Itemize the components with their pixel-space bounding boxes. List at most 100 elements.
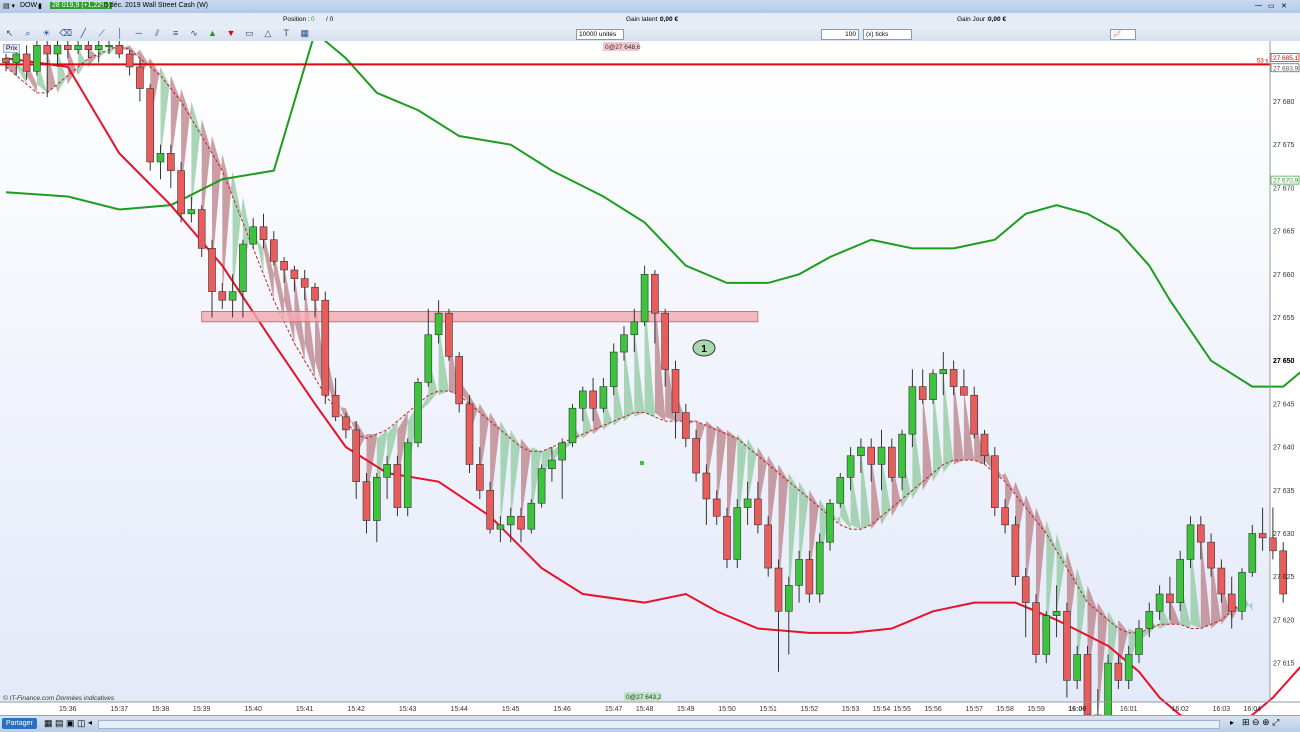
minimize-icon[interactable]: — [1255,2,1262,9]
candle-down[interactable] [774,567,783,612]
candle-up[interactable] [1104,662,1112,724]
candle-down[interactable] [22,53,31,72]
candle-down[interactable] [352,429,361,482]
candle-up[interactable] [12,53,21,63]
candle-down[interactable] [1227,593,1236,612]
candle-down[interactable] [465,403,474,465]
candle-up[interactable] [434,312,443,336]
candle-up[interactable] [403,442,412,508]
candle-up[interactable] [228,291,237,301]
chart-style-icon[interactable]: 📈 [1110,29,1136,40]
candle-up[interactable] [1248,533,1257,573]
candle-up[interactable] [640,273,649,323]
candle-up[interactable] [939,369,948,374]
candle-down[interactable] [300,278,309,288]
layout-icon[interactable]: ▦ ▤ ▣ ◫ [44,718,86,729]
candle-up[interactable] [372,477,381,521]
candle-up[interactable] [795,559,803,586]
eraser-icon[interactable]: ⌫ [59,28,72,39]
wave-icon[interactable]: ∿ [189,28,200,39]
candle-down[interactable] [1217,567,1226,595]
quantity-input[interactable]: 100 [821,29,859,40]
arrow-up-icon[interactable]: ▲ [207,28,218,39]
candle-up[interactable] [929,373,937,400]
candle-up[interactable] [898,433,906,478]
candle-down[interactable] [393,464,402,508]
candle-down[interactable] [517,515,525,530]
candle-down[interactable] [269,239,278,262]
candle-down[interactable] [2,57,10,63]
candle-up[interactable] [506,515,515,526]
resistance-zone[interactable] [201,311,759,323]
candle-up[interactable] [846,455,855,478]
candle-down[interactable] [1197,524,1205,543]
candle-up[interactable] [558,442,567,461]
candle-down[interactable] [136,66,144,89]
candle-down[interactable] [692,438,700,474]
candle-up[interactable] [1135,628,1143,655]
color-palette-icon[interactable]: ▦ [299,28,310,39]
candle-up[interactable] [383,464,391,478]
candle-up[interactable] [599,386,608,409]
candle-up[interactable] [1124,654,1133,681]
candle-up[interactable] [1186,524,1195,560]
candle-down[interactable] [362,481,371,521]
candle-down[interactable] [1279,550,1287,595]
candle-down[interactable] [1032,602,1040,655]
candle-down[interactable] [1021,576,1030,603]
chart-area[interactable]: 27 615 27 620 27 625 27 630 27 635 27 640 27 6… [0,30,1300,732]
candle-down[interactable] [177,170,185,215]
candle-up[interactable] [733,507,742,560]
candle-down[interactable] [208,248,216,292]
candle-up[interactable] [527,502,536,530]
candle-down[interactable] [754,498,762,526]
triangle-icon[interactable]: △ [262,28,273,39]
candle-up[interactable] [187,209,196,215]
candle-up[interactable] [620,334,628,353]
candle-up[interactable] [105,45,113,48]
candle-down[interactable] [311,286,319,301]
candle-up[interactable] [1238,572,1246,612]
cursor-icon[interactable]: ↖ [4,28,15,39]
channel-icon[interactable]: ⫽ [152,28,163,39]
candle-down[interactable] [342,416,350,431]
window-menu-icon[interactable]: ▤ ▾ [3,2,15,10]
scroll-right-icon[interactable]: ▸ [1230,718,1234,727]
candle-up[interactable] [249,226,257,245]
candle-up[interactable] [74,45,82,50]
candle-down[interactable] [259,226,268,241]
candle-down[interactable] [43,45,52,55]
scroll-left-icon[interactable]: ◂ [88,718,92,727]
candle-down[interactable] [651,273,659,314]
candle-down[interactable] [681,412,690,439]
horizontal-line-icon[interactable]: ─ [133,28,144,39]
candle-down[interactable] [167,153,175,171]
candle-up[interactable] [836,477,845,504]
candle-down[interactable] [115,45,124,55]
candle-up[interactable] [33,45,41,72]
units-select[interactable]: 10000 unités [576,29,624,40]
candle-down[interactable] [1258,533,1267,539]
candle-down[interactable] [918,386,927,400]
candle-up[interactable] [743,498,752,508]
candle-up[interactable] [239,243,247,292]
candle-down[interactable] [146,88,154,163]
candlestick-chart[interactable]: 27 615 27 620 27 625 27 630 27 635 27 640 27 6… [0,30,1300,732]
candle-down[interactable] [486,490,494,530]
candle-up[interactable] [578,390,587,409]
candle-up[interactable] [609,351,618,387]
candle-down[interactable] [218,291,227,301]
candle-up[interactable] [548,459,556,470]
ray-icon[interactable]: ⟋ [96,28,107,39]
candle-down[interactable] [1063,610,1071,681]
candle-up[interactable] [784,585,793,612]
candle-up[interactable] [156,153,165,163]
candle-down[interactable] [321,299,330,396]
close-icon[interactable]: ✕ [1281,2,1287,10]
prix-label[interactable]: Prix [3,44,21,53]
candle-down[interactable] [1114,662,1123,681]
candle-down[interactable] [764,524,773,569]
candle-up[interactable] [1073,654,1081,681]
candle-up[interactable] [414,382,422,444]
candle-down[interactable] [125,53,134,68]
